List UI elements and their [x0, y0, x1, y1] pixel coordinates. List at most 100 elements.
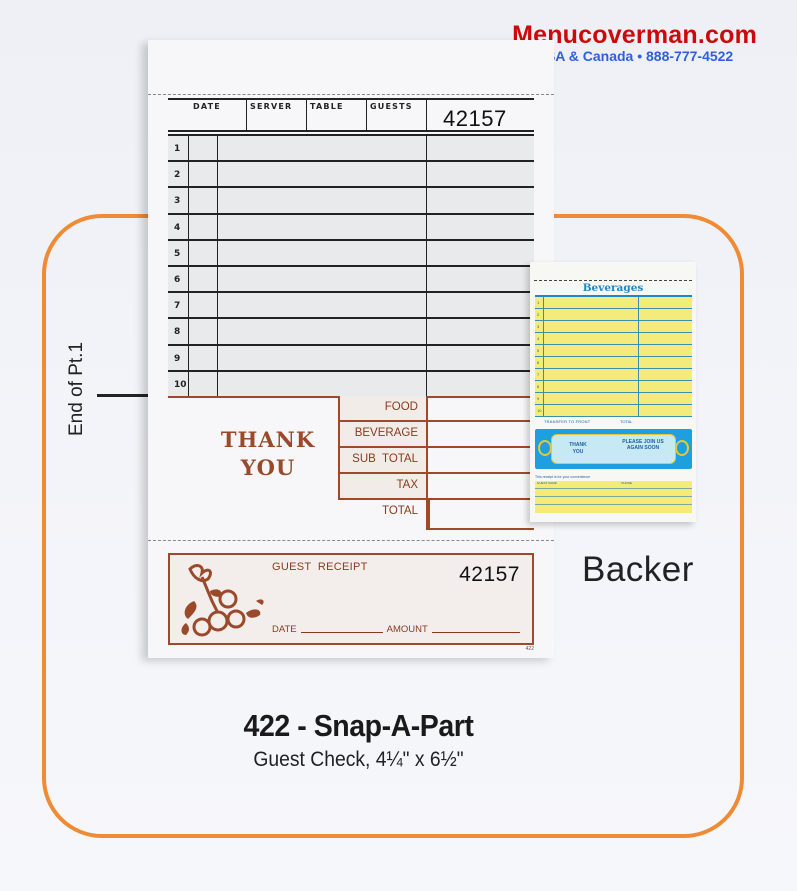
backer-line-number: 10: [535, 405, 544, 416]
line-price: [427, 293, 534, 317]
order-line: 7: [168, 293, 534, 320]
line-description: [218, 188, 427, 213]
backer-line-desc: [544, 369, 639, 380]
backer-total-label: TOTAL: [620, 419, 633, 424]
backer-phone-label: PHONE: [621, 481, 632, 485]
guest-receipt-stub: GUEST RECEIPT 42157 DATE AMOUNT: [168, 553, 534, 645]
line-description: [218, 345, 427, 370]
line-description: [218, 319, 427, 344]
backer-line-desc: [544, 321, 639, 332]
header-server: SERVER: [247, 100, 307, 130]
line-description: [218, 136, 427, 161]
backer-line-desc: [544, 297, 639, 308]
line-qty: [189, 188, 218, 213]
total-value: [428, 500, 534, 530]
line-qty: [189, 293, 218, 318]
order-line: 5: [168, 240, 534, 267]
beverage-value: [428, 422, 534, 446]
order-line: 10: [168, 371, 534, 398]
guest-check-image: DATE SERVER TABLE GUESTS 42157 123456789…: [148, 40, 554, 658]
backer-label: Backer: [582, 550, 694, 589]
backer-line-number: 6: [535, 357, 544, 368]
perforation-bottom: [148, 540, 554, 541]
line-qty: [189, 136, 218, 161]
backer-banner: THANK YOU PLEASE JOIN US AGAIN SOON: [535, 429, 692, 469]
header-guests: GUESTS: [367, 100, 427, 130]
you-text: YOU: [240, 455, 296, 480]
line-number: 3: [168, 188, 189, 213]
order-line: 3: [168, 188, 534, 215]
backer-title: Beverages: [582, 282, 644, 294]
line-description: [218, 214, 427, 239]
backer-line-row: 8: [535, 381, 692, 393]
backer-line-number: 8: [535, 381, 544, 392]
line-price: [427, 162, 534, 186]
receipt-date-line: [300, 632, 383, 633]
line-qty: [189, 214, 218, 239]
line-number: 6: [168, 266, 189, 292]
line-price: [427, 215, 534, 239]
line-number: 9: [168, 345, 189, 370]
line-number: 4: [168, 214, 189, 239]
berry-branch-icon: [181, 564, 264, 637]
banner-panel: THANK YOU PLEASE JOIN US AGAIN SOON: [551, 434, 676, 464]
line-price: [427, 267, 534, 291]
totals-box: FOOD BEVERAGE SUB TOTAL TAX TOTAL: [338, 396, 534, 530]
total-label: TOTAL: [338, 500, 428, 530]
line-qty: [189, 266, 218, 292]
line-qty: [189, 345, 218, 370]
subtotal-value: [428, 448, 534, 472]
food-value: [428, 396, 534, 420]
line-description: [218, 162, 427, 187]
order-lines: 1 2 3 4 5 6 7 8 9 10: [168, 134, 534, 398]
header-table: TABLE: [307, 100, 367, 130]
food-label: FOOD: [338, 396, 428, 420]
receipt-fields: DATE AMOUNT: [272, 624, 524, 635]
receipt-title: GUEST RECEIPT: [272, 561, 368, 573]
line-number: 1: [168, 136, 189, 161]
end-of-part-label: End of Pt.1: [66, 341, 87, 436]
backer-bottom-lines: GUEST NAME PHONE: [535, 481, 692, 513]
line-number: 10: [168, 371, 189, 396]
line-price: [427, 188, 534, 212]
line-price: [427, 136, 534, 160]
backer-transfer-label: TRANSFER TO FRONT: [544, 419, 591, 424]
backer-line-desc: [544, 345, 639, 356]
backer-line-number: 1: [535, 297, 544, 308]
line-price: [427, 319, 534, 343]
tax-value: [428, 474, 534, 498]
total-row-tax: TAX: [338, 474, 534, 500]
line-number: 5: [168, 240, 189, 265]
backer-line-row: 7: [535, 369, 692, 381]
backer-line: [535, 497, 692, 505]
order-line: 6: [168, 266, 534, 294]
line-number: 7: [168, 293, 189, 318]
line-description: [218, 240, 427, 265]
backer-image: Beverages 1 2 3 4 5 6 7 8 9 10 TRANSFER TO FRONT …: [530, 262, 696, 522]
product-subtitle: Guest Check, 4¼" x 6½": [253, 748, 464, 771]
totals-section: THANK YOU FOOD BEVERAGE SUB TOTAL TAX TO…: [168, 396, 534, 530]
backer-line-row: 1: [535, 297, 692, 309]
receipt-amount-line: [431, 632, 520, 633]
line-qty: [189, 240, 218, 265]
scroll-ornament-right-icon: [675, 440, 689, 456]
backer-guest-name-label: GUEST NAME: [537, 481, 557, 485]
product-title: 422 - Snap-A-Part: [243, 708, 474, 743]
thank-text: THANK: [220, 427, 316, 452]
thank-you-text: THANK YOU: [198, 426, 338, 482]
receipt-amount-label: AMOUNT: [386, 624, 428, 635]
receipt-date-label: DATE: [272, 624, 297, 635]
backer-line-desc: [544, 393, 639, 404]
line-qty: [189, 319, 218, 344]
backer-line-row: 4: [535, 333, 692, 345]
total-row-food: FOOD: [338, 396, 534, 422]
backer-perforation: [534, 280, 692, 281]
backer-line-row: 10: [535, 405, 692, 417]
backer-line-number: 9: [535, 393, 544, 404]
beverage-label: BEVERAGE: [338, 422, 428, 446]
line-number: 2: [168, 162, 189, 187]
total-row-beverage: BEVERAGE: [338, 422, 534, 448]
backer-receipt-note: This receipt is for your convenience: [535, 475, 591, 479]
backer-line-number: 3: [535, 321, 544, 332]
perforation-top: [148, 94, 554, 95]
